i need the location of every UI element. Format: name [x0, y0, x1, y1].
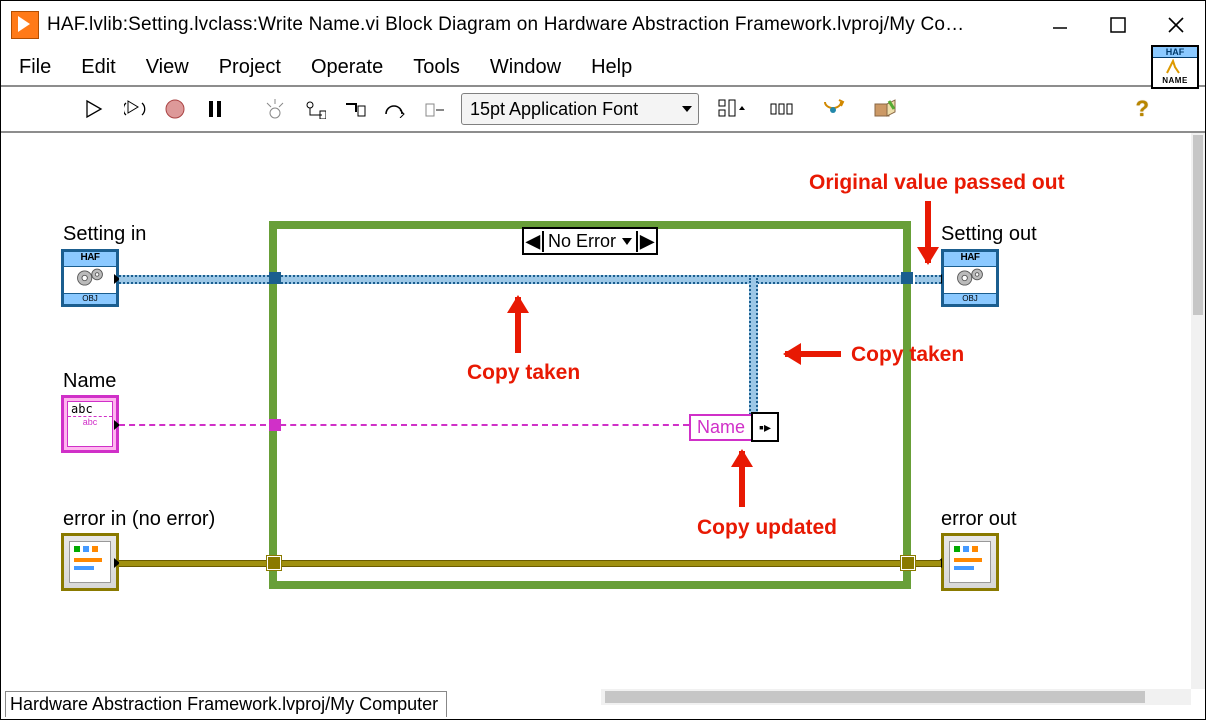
- align-objects-dropdown[interactable]: [711, 95, 751, 123]
- arrow-icon: [739, 451, 745, 507]
- block-diagram-canvas[interactable]: Setting in HAF OBJ Name abc abc error in…: [1, 133, 1191, 689]
- abort-button[interactable]: [161, 95, 189, 123]
- vertical-scrollbar[interactable]: [1191, 133, 1205, 689]
- menu-file[interactable]: File: [7, 52, 63, 83]
- case-prev-button[interactable]: ◀: [524, 231, 542, 252]
- bundle-field-label: Name: [689, 414, 753, 441]
- bundle-by-name-node[interactable]: Name ▪▸: [689, 412, 779, 442]
- setting-out-label: Setting out: [941, 223, 1037, 246]
- annotation-copy2: Copy taken: [851, 343, 964, 367]
- menu-help[interactable]: Help: [579, 52, 644, 83]
- abc-label: abc: [68, 402, 112, 417]
- wire-class[interactable]: [915, 275, 941, 284]
- wire-class[interactable]: [749, 278, 758, 418]
- tunnel-error-out[interactable]: [901, 556, 915, 570]
- wire-string[interactable]: [119, 424, 689, 426]
- wire-class[interactable]: [119, 275, 269, 284]
- retain-wire-values-button[interactable]: [301, 95, 329, 123]
- arrow-icon: [925, 201, 931, 263]
- name-terminal[interactable]: abc abc: [61, 395, 119, 453]
- close-button[interactable]: [1153, 8, 1199, 42]
- arrow-icon: [515, 297, 521, 353]
- status-project-path: Hardware Abstraction Framework.lvproj/My…: [5, 691, 447, 717]
- menu-tools[interactable]: Tools: [401, 52, 472, 83]
- menu-edit[interactable]: Edit: [69, 52, 127, 83]
- tunnel-string-in[interactable]: [269, 419, 281, 431]
- bundle-icon: ▪▸: [751, 412, 779, 442]
- window-title: HAF.lvlib:Setting.lvclass:Write Name.vi …: [47, 14, 1025, 36]
- pause-button[interactable]: [201, 95, 229, 123]
- case-selector[interactable]: ◀ No Error ▶: [522, 227, 658, 255]
- obj-footer: OBJ: [64, 293, 116, 304]
- context-help-button[interactable]: ?: [1136, 96, 1199, 122]
- vi-icon-header: HAF: [1153, 47, 1197, 58]
- annotation-copy1: Copy taken: [467, 361, 580, 385]
- reorder-dropdown[interactable]: [867, 95, 907, 123]
- case-next-button[interactable]: ▶: [638, 231, 656, 252]
- menu-window[interactable]: Window: [478, 52, 573, 83]
- menu-operate[interactable]: Operate: [299, 52, 395, 83]
- wire-class[interactable]: [281, 275, 903, 284]
- step-out-button[interactable]: [421, 95, 449, 123]
- maximize-button[interactable]: [1095, 8, 1141, 42]
- distribute-objects-dropdown[interactable]: [763, 95, 803, 123]
- tunnel-class-out[interactable]: [901, 272, 913, 284]
- vi-icon-footer: NAME: [1153, 76, 1197, 85]
- cleanup-diagram-button[interactable]: [815, 95, 855, 123]
- setting-out-terminal[interactable]: HAF OBJ: [941, 249, 999, 307]
- font-label: 15pt Application Font: [470, 99, 638, 120]
- annotation-updated: Copy updated: [697, 516, 837, 540]
- error-in-label: error in (no error): [63, 508, 215, 531]
- name-label: Name: [63, 370, 116, 393]
- highlight-execution-button[interactable]: [261, 95, 289, 123]
- arrow-icon: [785, 351, 841, 357]
- error-in-terminal[interactable]: [61, 533, 119, 591]
- tunnel-class-in[interactable]: [269, 272, 281, 284]
- vi-icon[interactable]: HAF NAME: [1151, 45, 1199, 89]
- setting-in-terminal[interactable]: HAF OBJ: [61, 249, 119, 307]
- obj-footer-out: OBJ: [944, 293, 996, 304]
- run-continuous-button[interactable]: [121, 95, 149, 123]
- case-name: No Error: [548, 231, 616, 252]
- minimize-button[interactable]: [1037, 8, 1083, 42]
- error-out-label: error out: [941, 508, 1017, 531]
- labview-app-icon: [11, 11, 39, 39]
- annotation-original: Original value passed out: [809, 171, 1065, 195]
- error-out-terminal[interactable]: [941, 533, 999, 591]
- step-into-button[interactable]: [341, 95, 369, 123]
- step-over-button[interactable]: [381, 95, 409, 123]
- tunnel-error-in[interactable]: [267, 556, 281, 570]
- menu-view[interactable]: View: [134, 52, 201, 83]
- text-settings-dropdown[interactable]: 15pt Application Font: [461, 93, 699, 125]
- wire-error[interactable]: [119, 560, 941, 567]
- setting-in-label: Setting in: [63, 223, 146, 246]
- menu-project[interactable]: Project: [207, 52, 293, 83]
- run-button[interactable]: [81, 95, 109, 123]
